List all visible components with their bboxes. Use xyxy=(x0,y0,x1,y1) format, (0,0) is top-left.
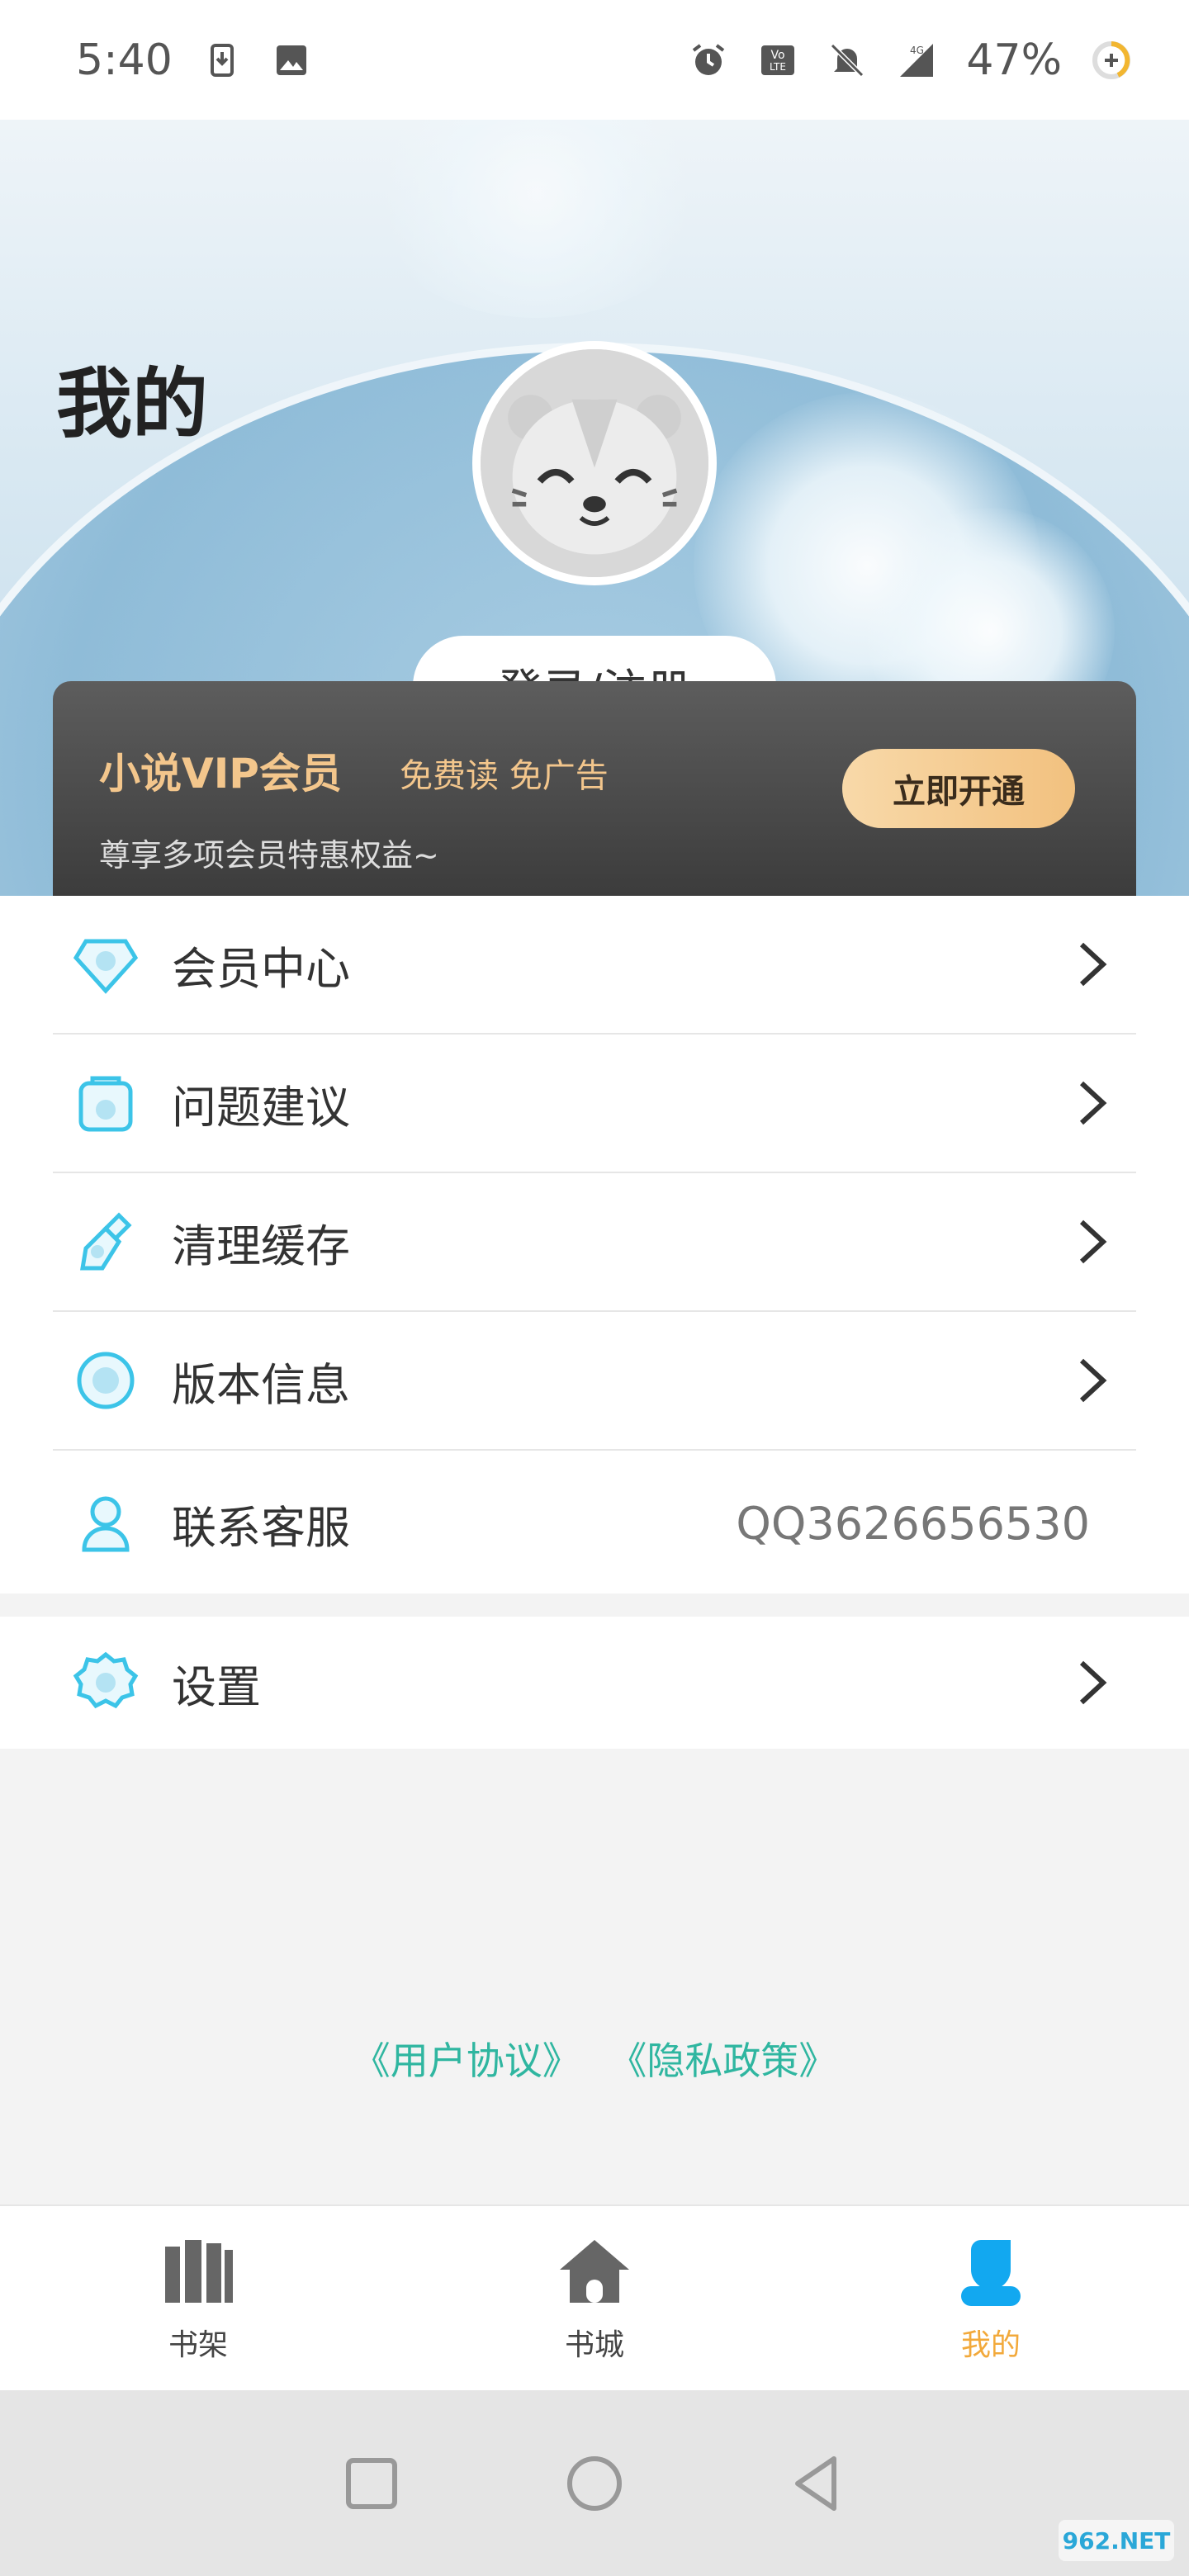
profile-icon xyxy=(951,2233,1030,2313)
menu-item-member-center[interactable]: 会员中心 xyxy=(53,896,1136,1035)
menu-item-label: 会员中心 xyxy=(172,942,350,995)
menu-item-label: 清理缓存 xyxy=(172,1219,350,1272)
settings-section: 设置 xyxy=(0,1617,1189,1749)
chevron-right-icon xyxy=(1073,1656,1111,1709)
nav-tab-bookstore[interactable]: 书城 xyxy=(471,2233,718,2364)
page-title: 我的 xyxy=(56,360,209,448)
gear-icon xyxy=(73,1650,139,1716)
vip-banner[interactable]: 小说VIP会员 免费读 免广告 尊享多项会员特惠权益~ 立即开通 xyxy=(53,681,1136,896)
nav-label: 我的 xyxy=(960,2327,1021,2362)
bookshelf-icon xyxy=(159,2233,238,2313)
battery-icon xyxy=(1092,40,1131,80)
privacy-policy-link[interactable]: 《隐私政策》 xyxy=(609,2039,836,2083)
menu-item-contact-service[interactable]: 联系客服 QQ3626656530 xyxy=(53,1454,1136,1593)
diamond-icon xyxy=(73,931,139,997)
vip-activate-button[interactable]: 立即开通 xyxy=(842,749,1075,828)
menu-item-label: 版本信息 xyxy=(172,1358,350,1411)
contact-qq-value: QQ3626656530 xyxy=(736,1497,1090,1550)
menu-item-label: 联系客服 xyxy=(172,1501,350,1554)
svg-text:LTE: LTE xyxy=(770,61,786,73)
menu-item-label: 设置 xyxy=(172,1660,261,1713)
policy-links: 《用户协议》 《隐私政策》 xyxy=(0,2031,1189,2086)
feedback-icon xyxy=(73,1070,139,1136)
watermark-logo: 962.NET xyxy=(1059,2520,1174,2561)
decorative-flower xyxy=(363,120,710,318)
home-button[interactable] xyxy=(561,2451,628,2517)
status-left: 5:40 xyxy=(76,36,311,85)
menu-item-clear-cache[interactable]: 清理缓存 xyxy=(53,1173,1136,1312)
nav-label: 书架 xyxy=(168,2327,228,2362)
image-icon xyxy=(272,40,311,80)
mute-bell-icon xyxy=(827,40,867,80)
menu-list: 会员中心 问题建议 清理缓存 版本信息 联系客服 QQ3626656530 xyxy=(0,896,1189,1593)
avatar[interactable] xyxy=(472,341,717,585)
back-button[interactable] xyxy=(784,2451,850,2517)
status-bar: 5:40 Vo LTE 4G 47% xyxy=(0,0,1189,120)
status-right: Vo LTE 4G 47% xyxy=(689,36,1131,85)
nav-label: 书城 xyxy=(564,2327,624,2362)
alarm-icon xyxy=(689,40,728,80)
menu-item-label: 问题建议 xyxy=(172,1081,350,1134)
network-label: 4G xyxy=(910,45,924,56)
status-time: 5:40 xyxy=(76,35,173,85)
nav-tab-profile[interactable]: 我的 xyxy=(867,2233,1115,2364)
recent-apps-button[interactable] xyxy=(339,2451,405,2517)
vip-tagline: 免费读 免广告 xyxy=(400,757,609,795)
chevron-right-icon xyxy=(1073,938,1111,991)
menu-item-feedback[interactable]: 问题建议 xyxy=(53,1035,1136,1173)
battery-percent: 47% xyxy=(966,35,1062,85)
bottom-nav: 书架 书城 我的 xyxy=(0,2204,1189,2390)
profile-page: 5:40 Vo LTE 4G 47% 我的 小说VIP会员 免费读 免广告 尊享… xyxy=(0,0,1189,2576)
download-icon xyxy=(202,40,242,80)
brush-icon xyxy=(73,1209,139,1275)
nav-tab-bookshelf[interactable]: 书架 xyxy=(74,2233,322,2364)
volte-icon: Vo LTE xyxy=(758,40,798,80)
home-icon xyxy=(555,2233,634,2313)
system-nav-bar xyxy=(0,2390,1189,2576)
chevron-right-icon xyxy=(1073,1354,1111,1407)
info-circle-icon xyxy=(73,1347,139,1413)
menu-item-version-info[interactable]: 版本信息 xyxy=(53,1312,1136,1451)
user-agreement-link[interactable]: 《用户协议》 xyxy=(353,2039,580,2083)
chevron-right-icon xyxy=(1073,1215,1111,1268)
user-icon xyxy=(73,1490,139,1556)
vip-title: 小说VIP会员 xyxy=(99,750,342,798)
menu-item-settings[interactable]: 设置 xyxy=(53,1617,1136,1749)
vip-subtitle: 尊享多项会员特惠权益~ xyxy=(99,837,439,874)
svg-text:Vo: Vo xyxy=(771,49,785,62)
default-avatar-icon xyxy=(481,349,708,577)
signal-icon: 4G xyxy=(897,40,936,80)
chevron-right-icon xyxy=(1073,1077,1111,1129)
